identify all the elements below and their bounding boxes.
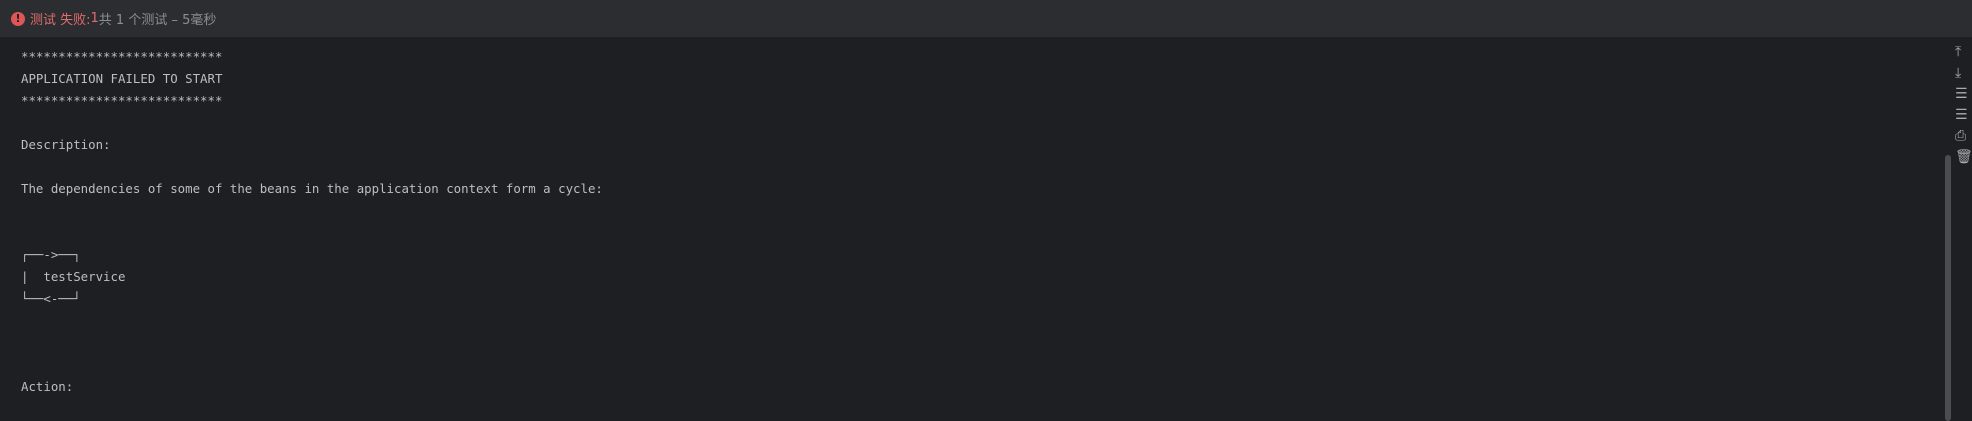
clear-trash-icon[interactable]: 🗑	[1955, 147, 1972, 167]
console-output[interactable]: *************************** APPLICATION F…	[0, 39, 1945, 421]
status-detail: 共 1 个测试 – 5毫秒	[98, 13, 217, 28]
console-scrollbar[interactable]	[1944, 39, 1953, 421]
console-line: The dependencies of some of the beans in…	[21, 181, 603, 196]
console-line: ***************************	[21, 93, 223, 108]
error-circle-icon: !	[11, 11, 25, 26]
console-line: └──<-──┘	[21, 291, 81, 306]
console-line: | testService	[21, 269, 126, 284]
status-label: 测试 失败:	[30, 13, 91, 28]
console-line: ┌──->──┐	[21, 247, 81, 262]
console-line: Action:	[21, 379, 74, 394]
test-runner-window: ! 测试 失败: 1 共 1 个测试 – 5毫秒 ***************…	[0, 0, 1972, 421]
soft-wrap-icon[interactable]: ☰	[1955, 84, 1972, 104]
print-icon[interactable]: ⎙	[1955, 126, 1972, 146]
test-status-bar: ! 测试 失败: 1 共 1 个测试 – 5毫秒	[0, 0, 1972, 38]
scroll-up-icon[interactable]: ⤒	[1955, 42, 1972, 62]
console-line: ***************************	[21, 49, 223, 64]
status-fail-count: 1	[90, 11, 99, 26]
console-line: APPLICATION FAILED TO START	[21, 71, 223, 86]
scroll-down-icon[interactable]: ⤓	[1955, 63, 1972, 83]
scroll-to-end-icon[interactable]: ☰	[1955, 105, 1972, 125]
console-side-toolbar: ⤒ ⤓ ☰ ☰ ⎙ 🗑	[1953, 39, 1972, 421]
scrollbar-thumb[interactable]	[1945, 155, 1951, 421]
console-line: Description:	[21, 137, 111, 152]
